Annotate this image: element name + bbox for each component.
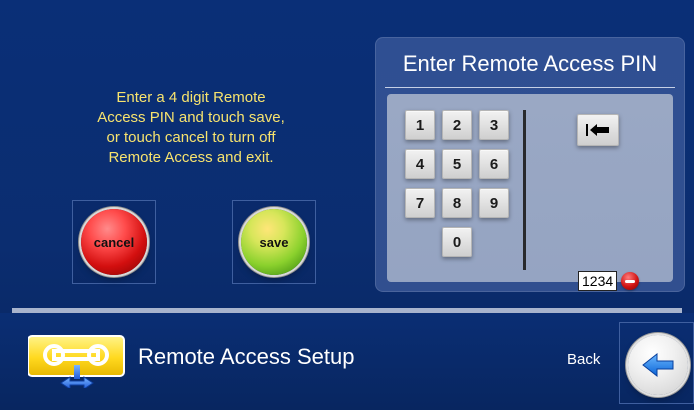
key-7[interactable]: 7 xyxy=(405,188,435,218)
back-arrow-icon xyxy=(642,353,674,377)
instructions: Enter a 4 digit Remote Access PIN and to… xyxy=(60,88,322,168)
key-8-label: 8 xyxy=(452,194,462,212)
clear-pin-button[interactable] xyxy=(621,272,640,290)
key-0-label: 0 xyxy=(452,233,462,251)
pin-keypad-area: 1 2 3 4 5 6 7 8 9 0 1234 xyxy=(387,94,673,291)
key-9[interactable]: 9 xyxy=(479,188,509,218)
key-1-label: 1 xyxy=(415,116,425,134)
key-2-label: 2 xyxy=(452,116,462,134)
save-button-frame: save xyxy=(232,200,316,284)
keypad-divider xyxy=(523,110,526,270)
backspace-button[interactable] xyxy=(577,114,619,146)
instructions-line-4: Remote Access and exit. xyxy=(108,149,274,166)
page-title: Remote Access Setup xyxy=(138,344,355,369)
back-label: Back xyxy=(567,351,601,368)
key-6-label: 6 xyxy=(489,155,499,173)
key-3-label: 3 xyxy=(489,116,499,134)
key-4[interactable]: 4 xyxy=(405,149,435,179)
remote-access-pin-screen: Enter a 4 digit Remote Access PIN and to… xyxy=(0,0,694,410)
pin-entry-panel: Enter Remote Access PIN 1 2 3 4 5 6 7 8 … xyxy=(375,37,685,292)
cancel-button-label: cancel xyxy=(93,234,135,250)
instructions-line-3: or touch cancel to turn off xyxy=(106,129,276,146)
pin-panel-title: Enter Remote Access PIN xyxy=(402,51,658,76)
key-4-label: 4 xyxy=(415,155,425,173)
key-6[interactable]: 6 xyxy=(479,149,509,179)
key-7-label: 7 xyxy=(415,194,425,212)
key-5-label: 5 xyxy=(452,155,462,173)
key-3[interactable]: 3 xyxy=(479,110,509,140)
cancel-button[interactable]: cancel xyxy=(81,209,147,275)
remote-access-icon xyxy=(28,335,125,388)
back-button[interactable] xyxy=(628,335,688,395)
save-button[interactable]: save xyxy=(241,209,307,275)
key-9-label: 9 xyxy=(489,194,499,212)
clear-icon xyxy=(625,279,636,283)
back-button-frame xyxy=(619,322,694,404)
instructions-line-1: Enter a 4 digit Remote xyxy=(116,89,266,106)
key-0[interactable]: 0 xyxy=(442,227,472,257)
cancel-button-frame: cancel xyxy=(72,200,156,284)
key-5[interactable]: 5 xyxy=(442,149,472,179)
save-button-label: save xyxy=(259,234,289,250)
backspace-icon xyxy=(586,124,609,136)
pin-display: 1234 xyxy=(578,270,640,292)
key-2[interactable]: 2 xyxy=(442,110,472,140)
instructions-line-2: Access PIN and touch save, xyxy=(97,109,285,126)
footer: Remote Access Setup Back xyxy=(0,313,694,410)
key-8[interactable]: 8 xyxy=(442,188,472,218)
pin-value: 1234 xyxy=(578,271,618,291)
key-1[interactable]: 1 xyxy=(405,110,435,140)
pin-panel-title-underline xyxy=(385,87,675,88)
